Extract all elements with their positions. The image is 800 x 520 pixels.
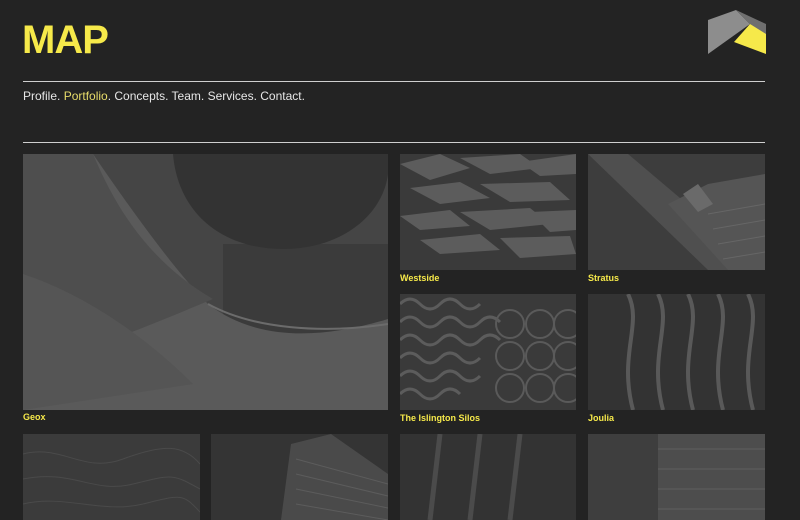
project-title: Geox	[23, 412, 46, 422]
project-title: Stratus	[588, 273, 620, 283]
portfolio-tile-geox[interactable]: Geox	[23, 154, 388, 424]
nav-item-portfolio[interactable]: Portfolio	[64, 89, 108, 103]
project-title: The Islington Silos	[400, 413, 481, 423]
nav-item-concepts[interactable]: Concepts	[114, 89, 165, 103]
nav-item-team[interactable]: Team	[172, 89, 201, 103]
project-image	[23, 434, 200, 520]
project-image	[400, 434, 576, 520]
nav-item-contact[interactable]: Contact	[260, 89, 301, 103]
brand-logo-text[interactable]: MAP	[22, 18, 109, 62]
main-nav: Profile. Portfolio. Concepts. Team. Serv…	[23, 89, 305, 103]
project-image	[211, 434, 388, 520]
portfolio-tile-joulia[interactable]: Joulia	[588, 294, 765, 424]
project-image-geox	[23, 154, 388, 410]
header-divider-bottom	[23, 142, 765, 143]
nav-separator: .	[57, 89, 64, 103]
project-image-westside	[400, 154, 576, 270]
header-divider-top	[23, 81, 765, 82]
project-image	[588, 434, 765, 520]
portfolio-tile[interactable]	[400, 434, 576, 520]
project-title: Westside	[400, 273, 440, 283]
nav-item-services[interactable]: Services	[208, 89, 254, 103]
portfolio-tile-westside[interactable]: Westside	[400, 154, 576, 284]
portfolio-tile[interactable]	[211, 434, 388, 520]
project-image-stratus	[588, 154, 765, 270]
portfolio-tile-islington-silos[interactable]: The Islington Silos	[400, 294, 576, 424]
nav-separator: .	[200, 89, 208, 103]
project-image-joulia	[588, 294, 765, 410]
nav-item-profile[interactable]: Profile	[23, 89, 57, 103]
portfolio-tile[interactable]	[23, 434, 200, 520]
nav-separator: .	[301, 89, 305, 103]
portfolio-tile[interactable]	[588, 434, 765, 520]
project-title: Joulia	[588, 413, 615, 423]
brand-logo-mark-icon[interactable]	[706, 10, 766, 54]
portfolio-tile-stratus[interactable]: Stratus	[588, 154, 765, 284]
project-image-islington-silos	[400, 294, 576, 410]
